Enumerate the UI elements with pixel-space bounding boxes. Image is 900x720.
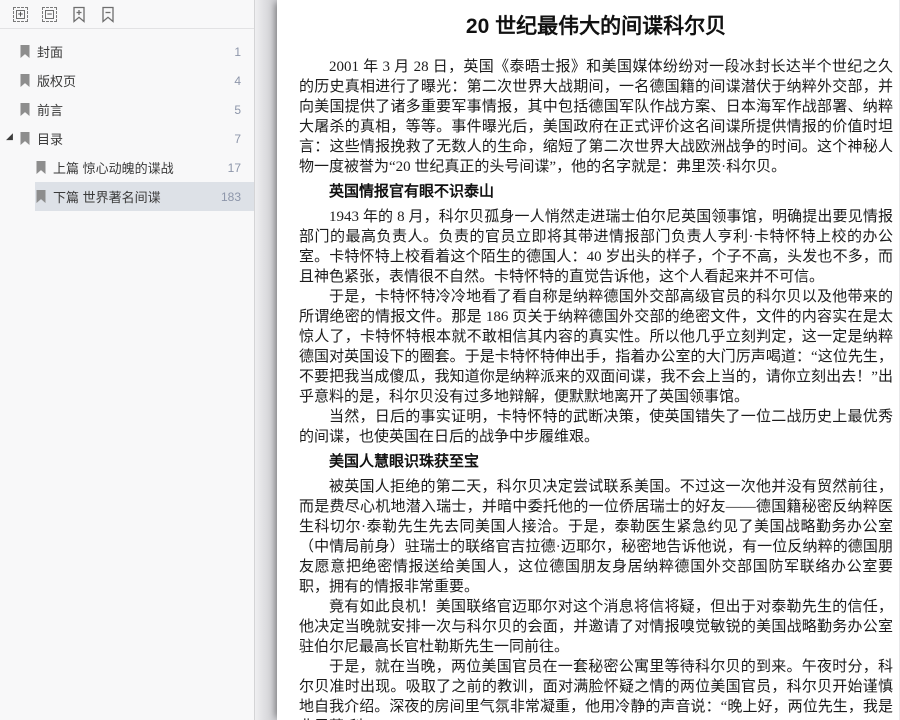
paragraph: 2001 年 3 月 28 日，英国《泰晤士报》和美国媒体纷纷对一段冰封长达半个… <box>299 59 893 175</box>
bookmark-icon <box>20 103 30 116</box>
add-bookmark-icon <box>72 6 85 23</box>
remove-bookmark-button[interactable] <box>99 6 116 23</box>
bookmark-icon <box>36 161 46 174</box>
bookmark-label: 上篇 惊心动魄的谍战 <box>53 161 174 176</box>
bookmark-item-cover[interactable]: 封面 1 <box>0 37 254 66</box>
paragraph: 竟有如此良机！美国联络官迈耶尔对这个消息将信将疑，但出于对泰勒先生的信任，他决定… <box>299 599 893 655</box>
bookmark-icon <box>36 190 46 203</box>
paragraph: 于是，就在当晚，两位美国官员在一套秘密公寓里等待科尔贝的到来。午夜时分，科尔贝准… <box>299 659 893 720</box>
expanded-twisty-icon[interactable]: ◢ <box>6 133 13 142</box>
paragraph: 于是，卡特怀特冷冷地看了看自称是纳粹德国外交部高级官员的科尔贝以及他带来的所谓绝… <box>299 289 893 405</box>
remove-bookmark-icon <box>101 6 114 23</box>
bookmark-icon <box>20 132 30 145</box>
document-page: 20 世纪最伟大的间谍科尔贝 2001 年 3 月 28 日，英国《泰晤士报》和… <box>277 0 900 720</box>
minus-glyph: − <box>45 8 54 19</box>
add-bookmark-button[interactable] <box>70 6 87 23</box>
bookmark-item-preface[interactable]: 前言 5 <box>0 95 254 124</box>
bookmark-page-number: 183 <box>220 189 241 204</box>
bookmark-item-toc[interactable]: ◢ 目录 7 <box>0 124 254 153</box>
bookmark-item-part2[interactable]: 下篇 世界著名间谍 183 <box>0 182 254 211</box>
plus-glyph: + <box>16 8 25 19</box>
bookmark-item-copyright[interactable]: 版权页 4 <box>0 66 254 95</box>
ebook-reader-window: + − 封面 1 版权页 4 前言 5 ◢ 目录 7 上篇 惊心动魄的谍战 17… <box>0 0 900 720</box>
bookmarks-toolbar: + − <box>0 0 254 29</box>
bookmark-page-number: 7 <box>234 131 241 146</box>
paragraph: 1943 年的 8 月，科尔贝孤身一人悄然走进瑞士伯尔尼英国领事馆，明确提出要见… <box>299 209 893 285</box>
chapter-title: 20 世纪最伟大的间谍科尔贝 <box>465 15 727 38</box>
bookmark-label: 封面 <box>37 45 64 60</box>
bookmark-icon <box>20 45 30 58</box>
bookmark-icon <box>20 74 30 87</box>
canvas-gutter <box>255 0 277 720</box>
expand-all-button[interactable]: + <box>12 6 29 23</box>
paragraph: 当然，日后的事实证明，卡特怀特的武断决策，使英国错失了一位二战历史上最优秀的间谍… <box>299 409 893 445</box>
bookmarks-panel: + − 封面 1 版权页 4 前言 5 ◢ 目录 7 上篇 惊心动魄的谍战 17… <box>0 0 255 720</box>
bookmark-label: 下篇 世界著名间谍 <box>53 190 161 205</box>
bookmark-label: 目录 <box>37 132 64 147</box>
bookmark-page-number: 5 <box>234 102 241 117</box>
bookmark-page-number: 17 <box>227 160 241 175</box>
bookmark-tree: 封面 1 版权页 4 前言 5 ◢ 目录 7 上篇 惊心动魄的谍战 17 下篇 … <box>0 29 254 211</box>
collapse-all-icon: − <box>42 6 57 22</box>
document-view: 20 世纪最伟大的间谍科尔贝 2001 年 3 月 28 日，英国《泰晤士报》和… <box>255 0 900 720</box>
bookmark-item-part1[interactable]: 上篇 惊心动魄的谍战 17 <box>0 153 254 182</box>
collapse-all-button[interactable]: − <box>41 6 58 23</box>
section-heading: 美国人慧眼识珠获至宝 <box>329 453 480 470</box>
section-heading: 英国情报官有眼不识泰山 <box>329 183 495 200</box>
paragraph: 被英国人拒绝的第二天，科尔贝决定尝试联系美国。不过这一次他并没有贸然前往，而是费… <box>299 479 893 595</box>
expand-all-icon: + <box>13 6 28 22</box>
chapter-body: 2001 年 3 月 28 日，英国《泰晤士报》和美国媒体纷纷对一段冰封长达半个… <box>299 57 893 720</box>
bookmark-page-number: 1 <box>234 44 241 59</box>
bookmark-label: 前言 <box>37 103 64 118</box>
bookmark-page-number: 4 <box>234 73 241 88</box>
bookmark-label: 版权页 <box>37 74 77 89</box>
